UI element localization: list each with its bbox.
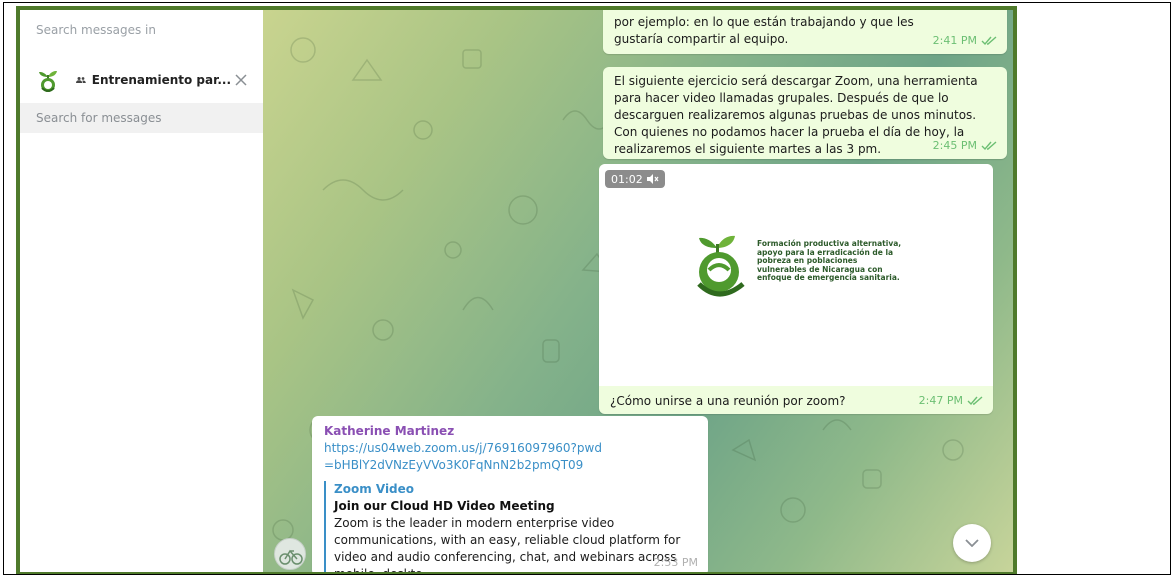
preview-description: Zoom is the leader in modern enterprise … [334,516,681,572]
chat-area: por ejemplo: en lo que están trabajando … [263,10,1013,572]
chat-title-label: Entrenamiento par... [91,73,231,87]
preview-title: Join our Cloud HD Video Meeting [334,499,555,513]
message-meta: 2:53 PM [654,554,698,571]
message-time: 2:45 PM [932,139,977,152]
double-check-icon [967,395,983,405]
chat-title: Entrenamiento par... [76,73,231,87]
chat-avatar [34,66,62,94]
video-message-bubble[interactable]: 01:02 Formación productiva alternativa, … [599,164,993,414]
message-time: 2:53 PM [653,556,698,569]
message-link[interactable]: https://us04web.zoom.us/j/76916097960?pw… [324,440,604,474]
video-duration-badge: 01:02 [605,170,665,188]
scroll-to-bottom-button[interactable] [953,524,991,562]
search-messages-in-input[interactable]: Search messages in [20,10,263,57]
double-check-icon [981,140,997,150]
message-text: por ejemplo: en lo que están trabajando … [614,15,914,46]
close-icon [235,74,247,86]
message-bubble[interactable]: El siguiente ejercicio será descargar Zo… [603,67,1007,159]
muted-speaker-icon [646,174,659,184]
preview-site: Zoom Video [334,482,415,496]
video-player[interactable]: 01:02 Formación productiva alternativa, … [599,164,993,386]
double-check-icon [981,35,997,45]
message-meta: 2:47 PM [919,392,983,409]
plant-logo-icon [39,70,57,92]
chevron-down-icon [965,539,979,547]
logo-text: Formación productiva alternativa, apoyo … [757,239,902,282]
incoming-message-bubble[interactable]: Katherine Martinez https://us04web.zoom.… [312,416,708,572]
message-time: 2:47 PM [918,394,963,407]
project-logo [695,226,765,306]
telegram-window: Search messages in Entrenamiento par... … [16,6,1017,574]
message-bubble[interactable]: por ejemplo: en lo que están trabajando … [603,10,1007,54]
close-search-button[interactable] [231,70,251,90]
sender-name[interactable]: Katherine Martinez [324,423,696,440]
sender-avatar[interactable] [274,538,306,570]
message-meta: 2:45 PM [933,137,997,154]
message-meta: 2:41 PM [933,32,997,49]
plant-logo-icon [697,235,745,297]
sidebar: Search messages in Entrenamiento par... … [20,10,263,572]
search-for-messages-input[interactable]: Search for messages [20,103,263,133]
group-icon [76,76,86,84]
message-time: 2:41 PM [932,34,977,47]
link-preview[interactable]: Zoom Video Join our Cloud HD Video Meeti… [324,481,696,572]
chat-item-entrenamiento[interactable]: Entrenamiento par... [20,57,263,103]
message-caption: ¿Cómo unirse a una reunión por zoom? [610,394,846,408]
video-duration: 01:02 [611,172,643,186]
